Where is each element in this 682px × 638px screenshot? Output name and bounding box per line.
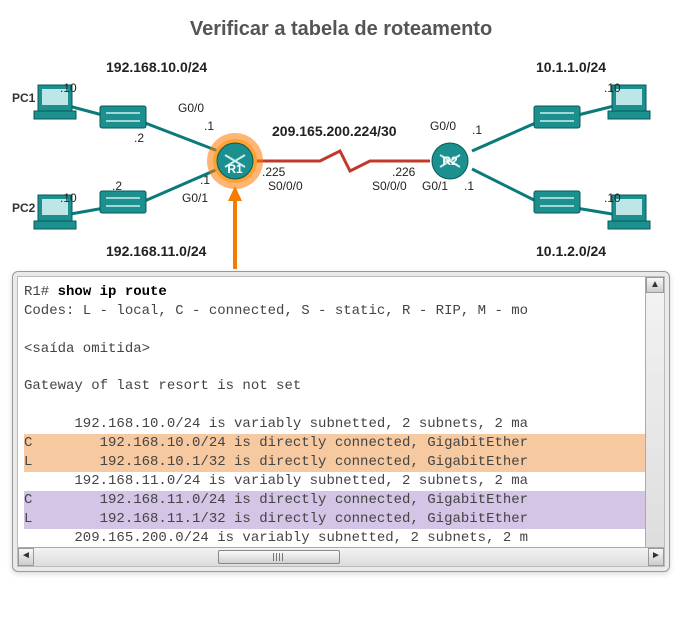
terminal-command: show ip route [58,284,167,300]
pc3-ip: .10 [604,81,621,95]
r1-g01-ip: .1 [200,173,210,187]
terminal-line: Codes: L - local, C - connected, S - sta… [24,303,528,319]
terminal-prompt: R1# [24,284,58,300]
terminal-line: Gateway of last resort is not set [24,378,301,394]
net-top-right: 10.1.1.0/24 [536,59,606,75]
terminal-line-highlight: L 192.168.10.1/32 is directly connected,… [24,453,664,472]
r2-g01: G0/1 [422,179,448,193]
scroll-thumb[interactable] [218,550,340,564]
router-r1-label: R1 [227,162,243,176]
network-topology-diagram: R1 R2 192.168.10.0/24 192.168.11.0/24 20… [0,51,682,271]
terminal-line-highlight: L 192.168.11.1/32 is directly connected,… [24,510,664,529]
diagram-svg: R1 R2 [0,51,682,271]
terminal-output: R1# show ip route Codes: L - local, C - … [18,277,664,547]
pc4-ip: .10 [604,191,621,205]
r2-g01-ip: .1 [464,179,474,193]
r1-g00: G0/0 [178,101,204,115]
pc1-ip: .10 [60,81,77,95]
r1-s000: S0/0/0 [268,179,303,193]
terminal-line-highlight: C 192.168.10.0/24 is directly connected,… [24,434,664,453]
net-bot-right: 10.1.2.0/24 [536,243,606,259]
pc1-label: PC1 [12,91,35,105]
r2-s000: S0/0/0 [372,179,407,193]
sw1-ip: .2 [134,131,144,145]
sw2-ip: .2 [112,179,122,193]
r1-g00-ip: .1 [204,119,214,133]
horizontal-scrollbar[interactable]: ◄ ► [18,547,664,566]
terminal-line: <saída omitida> [24,341,150,357]
scroll-right-icon[interactable]: ► [648,548,664,566]
r2-g00-ip: .1 [472,123,482,137]
net-wan: 209.165.200.224/30 [272,123,397,139]
terminal-line-highlight: C 192.168.11.0/24 is directly connected,… [24,491,664,510]
r1-s000-ip: .225 [262,165,285,179]
terminal-line: 192.168.11.0/24 is variably subnetted, 2… [24,473,528,489]
pc2-ip: .10 [60,191,77,205]
vertical-scrollbar[interactable]: ▲ ▼ [645,277,664,566]
r1-g01: G0/1 [182,191,208,205]
pc2-label: PC2 [12,201,35,215]
terminal-line: 192.168.10.0/24 is variably subnetted, 2… [24,416,528,432]
r2-s000-ip: .226 [392,165,415,179]
r2-g00: G0/0 [430,119,456,133]
scroll-left-icon[interactable]: ◄ [18,548,34,566]
router-r2-label: R2 [442,154,458,168]
scroll-up-icon[interactable]: ▲ [646,277,664,293]
terminal-window: R1# show ip route Codes: L - local, C - … [12,271,670,572]
page-title: Verificar a tabela de roteamento [0,0,682,51]
net-bot-left: 192.168.11.0/24 [106,243,206,259]
net-top-left: 192.168.10.0/24 [106,59,207,75]
terminal-line: 209.165.200.0/24 is variably subnetted, … [24,530,528,546]
